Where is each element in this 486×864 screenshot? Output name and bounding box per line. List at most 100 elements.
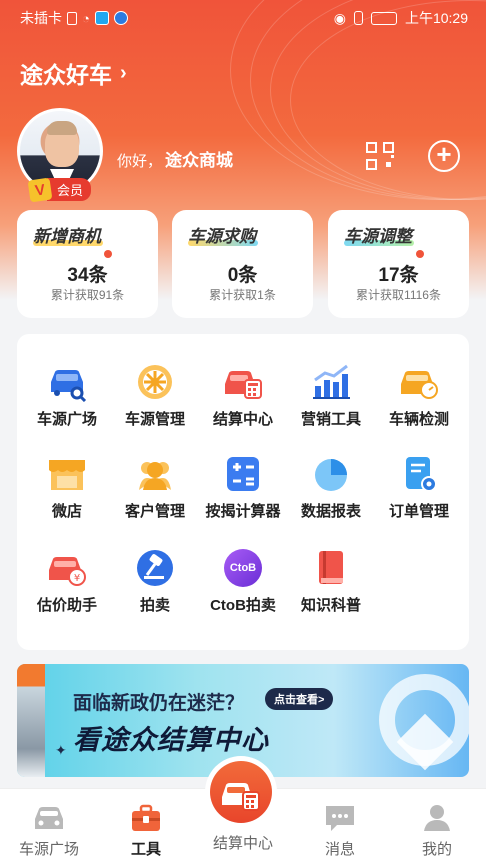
stat-subtitle: 累计获取1116条 xyxy=(356,288,441,302)
stat-value: 34条 xyxy=(67,265,108,286)
tab-label: 工具 xyxy=(130,841,161,858)
stat-subtitle: 累计获取1条 xyxy=(209,288,276,302)
app-notification-icon xyxy=(94,11,109,25)
tool-label: 微店 xyxy=(51,503,82,520)
new-indicator-dot xyxy=(416,250,424,258)
stat-value: 17条 xyxy=(378,265,419,286)
tool-label: 按揭计算器 xyxy=(205,503,281,520)
clock-text: 上午10:29 xyxy=(404,10,468,26)
tab-settlement-center[interactable]: 结算中心 xyxy=(198,827,288,853)
car-search-icon xyxy=(45,362,89,403)
person-icon xyxy=(420,803,454,833)
tool-valuation-assistant[interactable]: ¥ 估价助手 xyxy=(22,548,112,615)
banner-headline: 面临新政仍在迷茫？ xyxy=(73,693,245,714)
car-calculator-icon xyxy=(221,362,265,402)
tool-label: CtoB拍卖 xyxy=(210,597,276,614)
tool-label: 客户管理 xyxy=(124,503,185,520)
tool-marketing[interactable]: 营销工具 xyxy=(286,362,376,429)
stat-value: 0条 xyxy=(227,265,258,286)
tab-vehicle-plaza[interactable]: 车源广场 xyxy=(4,803,94,859)
tool-vehicle-management[interactable]: 车源管理 xyxy=(110,362,200,429)
tab-messages[interactable]: 消息 xyxy=(295,803,385,859)
stat-title: 车源调整 xyxy=(344,227,414,246)
stat-card-listing-adjustments[interactable]: 车源调整 17条 累计获取1116条 xyxy=(328,210,469,318)
chat-icon xyxy=(323,803,357,833)
users-icon xyxy=(133,454,177,494)
stat-card-purchase-requests[interactable]: 车源求购 0条 累计获取1条 xyxy=(172,210,313,318)
eye-icon: ◉ xyxy=(333,9,346,26)
tool-label: 营销工具 xyxy=(300,411,361,428)
car-calculator-icon xyxy=(222,783,260,811)
browser-notification-icon xyxy=(113,11,128,25)
stat-title: 新增商机 xyxy=(33,227,103,246)
tab-profile[interactable]: 我的 xyxy=(392,803,482,859)
tool-label: 结算中心 xyxy=(212,411,273,428)
car-icon xyxy=(32,803,66,833)
storefront-icon xyxy=(45,454,89,494)
car-image xyxy=(17,664,45,777)
svg-text:¥: ¥ xyxy=(74,573,80,584)
vibrate-icon xyxy=(353,11,363,25)
banner-title: 看途众结算中心 xyxy=(73,725,269,755)
tool-label: 数据报表 xyxy=(300,503,361,520)
qr-code-icon[interactable] xyxy=(366,142,394,170)
book-icon xyxy=(309,548,353,588)
tool-auction[interactable]: 拍卖 xyxy=(110,548,200,615)
car-valuation-icon: ¥ xyxy=(45,548,89,588)
tab-label: 消息 xyxy=(324,841,355,858)
sparkle-icon: ✦ xyxy=(55,742,67,758)
tool-vehicle-plaza[interactable]: 车源广场 xyxy=(22,362,112,429)
sim-icon xyxy=(67,11,77,25)
stat-card-new-leads[interactable]: 新增商机 34条 累计获取91条 xyxy=(17,210,158,318)
banner-cta-button[interactable]: 点击查看> xyxy=(265,688,334,710)
tab-label: 结算中心 xyxy=(212,835,273,852)
tool-micro-store[interactable]: 微店 xyxy=(22,454,112,521)
order-settings-icon xyxy=(397,454,441,494)
ctob-icon-text: CtoB xyxy=(224,549,262,587)
tool-data-reports[interactable]: 数据报表 xyxy=(286,454,376,521)
gavel-icon xyxy=(133,548,177,588)
bar-chart-growth-icon xyxy=(309,362,353,402)
toolbox-icon xyxy=(129,803,163,833)
tool-label: 知识科普 xyxy=(300,597,361,614)
tab-tools[interactable]: 工具 xyxy=(101,803,191,859)
calculator-icon xyxy=(221,454,265,494)
car-gauge-icon xyxy=(397,362,441,402)
member-badge-label: 会员 xyxy=(47,178,92,201)
tool-label: 车辆检测 xyxy=(388,411,449,428)
greeting-name: 途众商城 xyxy=(165,151,234,170)
tool-label: 拍卖 xyxy=(139,597,170,614)
tool-order-management[interactable]: 订单管理 xyxy=(374,454,464,521)
greeting: 你好， 途众商城 xyxy=(117,146,233,171)
tool-label: 估价助手 xyxy=(36,597,97,614)
pie-chart-icon xyxy=(309,454,353,494)
vip-icon: V xyxy=(27,177,53,202)
tools-grid: 车源广场 车源管理 结算中心 营销工具 车辆检测 微店 客户管理 按揭计算器 数… xyxy=(17,334,469,650)
tool-label: 订单管理 xyxy=(388,503,449,520)
add-icon[interactable]: + xyxy=(428,140,460,172)
tool-label: 车源广场 xyxy=(36,411,97,428)
tool-label: 车源管理 xyxy=(124,411,185,428)
settlement-center-fab[interactable] xyxy=(205,756,277,828)
stat-subtitle: 累计获取91条 xyxy=(50,288,125,302)
tool-customer-management[interactable]: 客户管理 xyxy=(110,454,200,521)
tool-ctob-auction[interactable]: CtoB CtoB拍卖 xyxy=(198,548,288,615)
tab-label: 我的 xyxy=(421,841,452,858)
battery-icon xyxy=(370,11,397,25)
tool-knowledge[interactable]: 知识科普 xyxy=(286,548,376,615)
greeting-prefix: 你好， xyxy=(117,153,163,170)
tab-label: 车源广场 xyxy=(18,841,79,858)
tool-mortgage-calculator[interactable]: 按揭计算器 xyxy=(198,454,288,521)
ctob-icon: CtoB xyxy=(221,548,265,588)
carrier-text: 未插卡 xyxy=(20,10,62,26)
brand-title[interactable]: 途众好车 › xyxy=(20,56,127,90)
new-indicator-dot xyxy=(104,250,112,258)
chevron-right-icon: › xyxy=(120,61,127,84)
tool-settlement-center[interactable]: 结算中心 xyxy=(198,362,288,429)
wheel-icon xyxy=(133,362,177,402)
tool-vehicle-inspection[interactable]: 车辆检测 xyxy=(374,362,464,429)
wifi-icon: ◔ xyxy=(82,10,90,26)
status-bar: 未插卡 ◔ ◉ 上午10:29 xyxy=(0,0,486,34)
brand-name: 途众好车 xyxy=(20,62,112,88)
stat-title: 车源求购 xyxy=(188,227,258,246)
